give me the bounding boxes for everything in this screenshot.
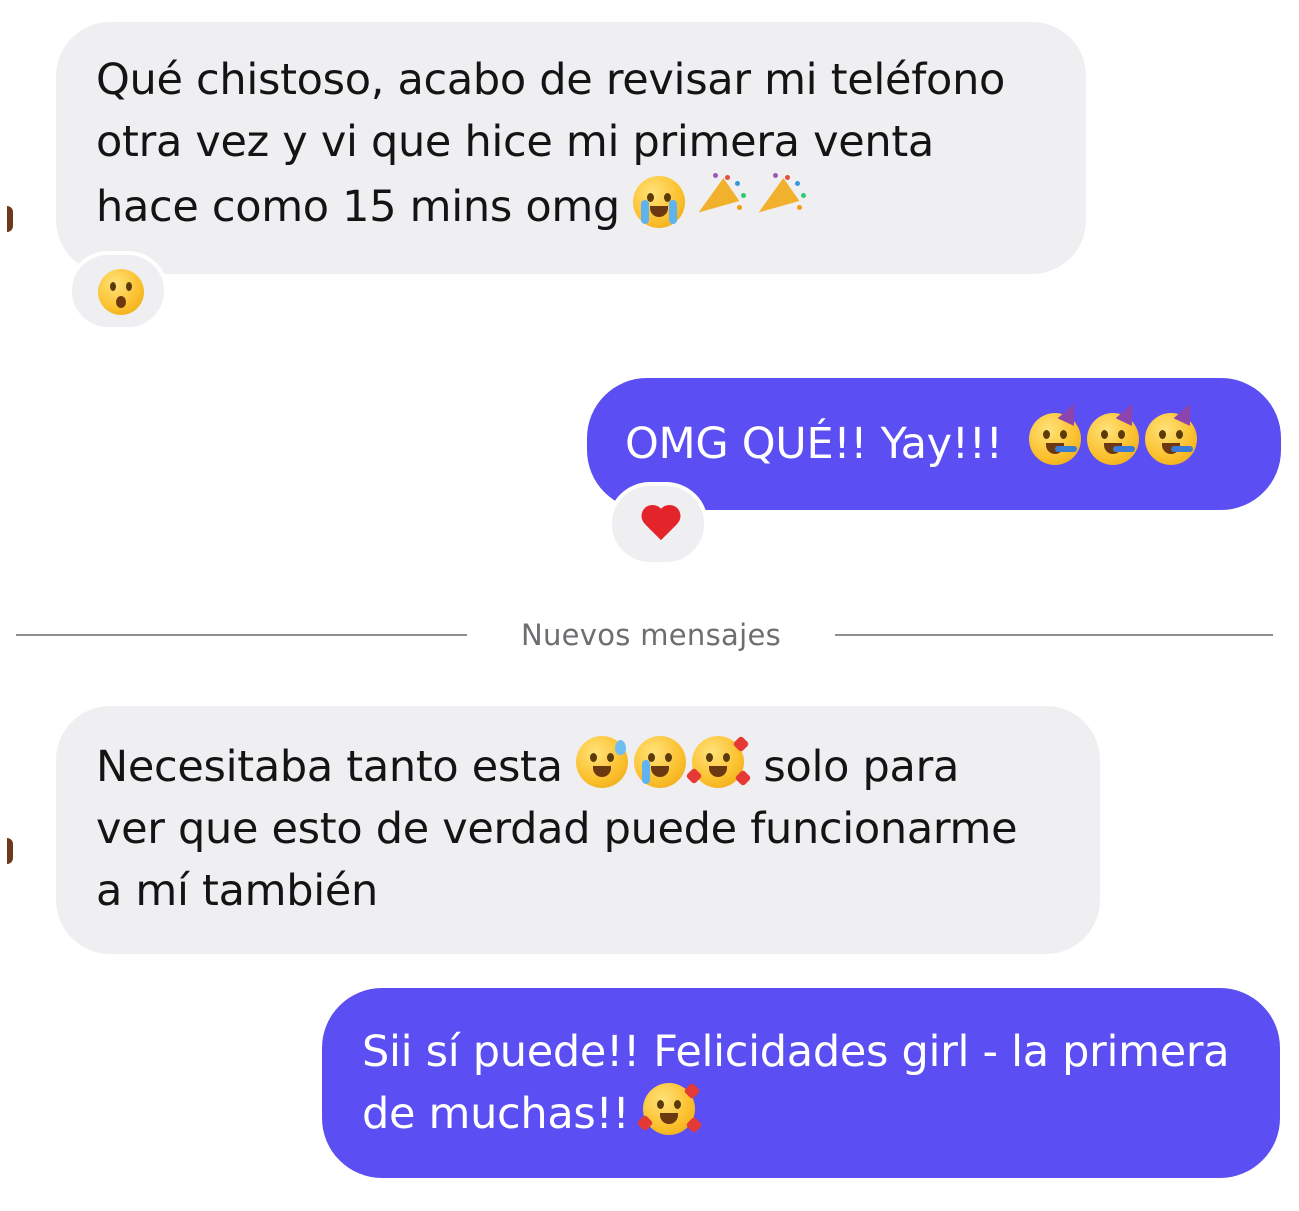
smiling-face-with-hearts-emoji — [685, 735, 752, 788]
message-text-line: a mí también — [96, 866, 378, 916]
message-text: OMG QUÉ!! Yay!!! — [625, 419, 1003, 469]
smiling-face-with-hearts-emoji — [636, 1082, 703, 1135]
party-popper-emoji — [690, 173, 747, 229]
message-text-line-with-emojis: OMG QUÉ!! Yay!!! — [625, 400, 1281, 475]
red-heart-emoji — [642, 506, 682, 546]
message-text-line-with-emojis: hace como 15 mins omg — [96, 173, 1086, 238]
grinning-sweat-face-emoji — [576, 736, 629, 788]
divider-line — [835, 634, 1273, 636]
message-text-line: otra vez y vi que hice mi primera venta — [96, 117, 934, 167]
message-text-line: Sii sí puede!! Felicidades girl - la pri… — [362, 1027, 1230, 1077]
message-text: solo para — [763, 742, 960, 792]
message-text: hace como 15 mins omg — [96, 182, 620, 232]
message-text-line-with-emojis: de muchas!! — [362, 1082, 1280, 1145]
party-popper-emoji — [750, 173, 807, 229]
divider-line — [16, 634, 467, 636]
message-text: de muchas!! — [362, 1089, 630, 1139]
sad-relieved-face-emoji — [634, 736, 687, 788]
sender-avatar[interactable] — [7, 206, 13, 232]
partying-face-emoji — [1087, 400, 1141, 465]
incoming-message-bubble[interactable]: Qué chistoso, acabo de revisar mi teléfo… — [56, 22, 1086, 274]
hushed-face-emoji — [98, 269, 144, 315]
reaction-badge[interactable] — [608, 482, 708, 566]
partying-face-emoji — [1145, 400, 1199, 465]
message-text-line-with-emojis: Necesitaba tanto esta solo para — [96, 735, 1100, 798]
sender-avatar[interactable] — [7, 838, 13, 864]
message-text-line: ver que esto de verdad puede funcionarme — [96, 804, 1018, 854]
new-messages-divider-label: Nuevos mensajes — [520, 618, 781, 652]
loudly-crying-face-emoji — [633, 176, 686, 228]
reaction-badge[interactable] — [68, 251, 168, 331]
message-text-line: Qué chistoso, acabo de revisar mi teléfo… — [96, 55, 1006, 105]
partying-face-emoji — [1029, 400, 1083, 465]
outgoing-message-bubble[interactable]: Sii sí puede!! Felicidades girl - la pri… — [322, 988, 1280, 1178]
incoming-message-bubble[interactable]: Necesitaba tanto esta solo para ver que … — [56, 706, 1100, 954]
message-text: Necesitaba tanto esta — [96, 742, 563, 792]
